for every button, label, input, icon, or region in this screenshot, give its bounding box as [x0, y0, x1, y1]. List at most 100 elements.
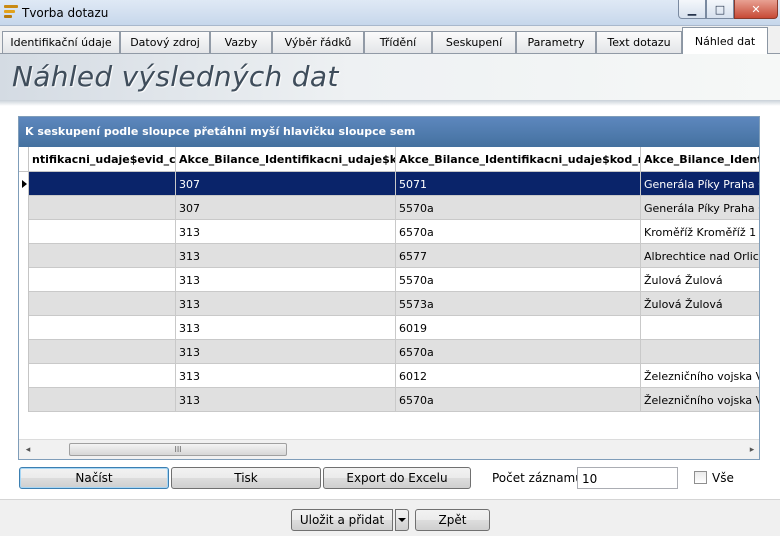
table-cell[interactable]: 6570a — [396, 340, 641, 364]
row-indicator — [19, 292, 29, 316]
table-cell[interactable]: 5071 — [396, 172, 641, 196]
table-cell[interactable]: 313 — [176, 220, 396, 244]
table-row[interactable]: 313 5570a Žulová Žulová — [19, 268, 759, 292]
table-cell[interactable] — [641, 340, 759, 364]
footer-divider — [0, 499, 780, 500]
close-icon[interactable]: ✕ — [734, 0, 778, 19]
group-by-panel[interactable]: K seskupení podle sloupce přetáhni myší … — [19, 117, 759, 147]
table-cell[interactable] — [29, 364, 176, 388]
row-indicator — [19, 268, 29, 292]
scroll-left-icon[interactable]: ◂ — [19, 440, 37, 459]
minimize-icon[interactable]: ▁ — [678, 0, 706, 19]
record-count-input[interactable]: 10 — [577, 467, 678, 489]
grid-rows: 307 5071 Generála Píky Praha 6 307 5570a… — [19, 172, 759, 412]
table-cell[interactable]: Žulová Žulová — [641, 292, 759, 316]
table-cell[interactable]: Generála Píky Praha 6 — [641, 196, 759, 220]
title-bar: Tvorba dotazu ▁ □ ✕ — [0, 0, 780, 26]
table-cell[interactable] — [29, 172, 176, 196]
table-cell[interactable]: 5570a — [396, 196, 641, 220]
table-cell[interactable] — [29, 244, 176, 268]
table-cell[interactable]: 313 — [176, 388, 396, 412]
back-button[interactable]: Zpět — [415, 509, 490, 531]
column-header[interactable]: Akce_Bilance_Identi — [641, 147, 759, 172]
table-cell[interactable]: 313 — [176, 268, 396, 292]
scroll-thumb[interactable]: III — [69, 443, 287, 456]
heading-shadow — [0, 100, 780, 106]
table-cell[interactable]: 313 — [176, 364, 396, 388]
table-cell[interactable]: 6570a — [396, 220, 641, 244]
column-header[interactable]: Akce_Bilance_Identifikacni_udaje$ka — [176, 147, 396, 172]
row-indicator — [19, 196, 29, 220]
table-row[interactable]: 313 6577 Albrechtice nad Orlicí Alb — [19, 244, 759, 268]
table-cell[interactable] — [29, 316, 176, 340]
row-indicator-header — [19, 147, 29, 172]
tab-vyber-radku[interactable]: Výběr řádků — [272, 31, 364, 53]
tab-text-dotazu[interactable]: Text dotazu — [596, 31, 682, 53]
row-indicator — [19, 220, 29, 244]
table-cell[interactable]: 307 — [176, 172, 396, 196]
window-controls: ▁ □ ✕ — [678, 0, 778, 19]
table-row[interactable]: 313 5573a Žulová Žulová — [19, 292, 759, 316]
row-indicator — [19, 340, 29, 364]
table-cell[interactable] — [29, 268, 176, 292]
print-button[interactable]: Tisk — [171, 467, 321, 489]
table-cell[interactable]: 6019 — [396, 316, 641, 340]
tab-strip: Identifikační údaje Datový zdroj Vazby V… — [0, 26, 780, 54]
table-cell[interactable] — [29, 196, 176, 220]
table-cell[interactable]: Žulová Žulová — [641, 268, 759, 292]
table-row[interactable]: 313 6019 — [19, 316, 759, 340]
tab-identifikacni-udaje[interactable]: Identifikační údaje — [2, 31, 120, 53]
page-title: Náhled výsledných dat — [12, 60, 339, 93]
all-checkbox[interactable] — [694, 471, 707, 484]
table-cell[interactable] — [29, 220, 176, 244]
table-row[interactable]: 307 5570a Generála Píky Praha 6 — [19, 196, 759, 220]
table-cell[interactable]: Kroměříž Kroměříž 1 — [641, 220, 759, 244]
table-cell[interactable]: 313 — [176, 244, 396, 268]
save-options-dropdown[interactable] — [395, 509, 409, 531]
table-cell[interactable]: 307 — [176, 196, 396, 220]
table-cell[interactable]: 5573a — [396, 292, 641, 316]
table-cell[interactable] — [29, 292, 176, 316]
column-header-row: ntifikacni_udaje$evid_cis Akce_Bilance_I… — [19, 147, 759, 172]
table-row[interactable]: 313 6570a Železničního vojska Valas — [19, 388, 759, 412]
tab-trideni[interactable]: Třídění — [364, 31, 432, 53]
tab-vazby[interactable]: Vazby — [210, 31, 272, 53]
current-row-arrow-icon — [22, 180, 27, 188]
tab-datovy-zdroj[interactable]: Datový zdroj — [120, 31, 210, 53]
table-cell[interactable]: Železničního vojska Valas — [641, 364, 759, 388]
tab-parametry[interactable]: Parametry — [516, 31, 596, 53]
app-icon — [4, 5, 18, 19]
column-header[interactable]: Akce_Bilance_Identifikacni_udaje$kod_ra — [396, 147, 641, 172]
table-cell[interactable]: 313 — [176, 292, 396, 316]
table-cell[interactable]: 6012 — [396, 364, 641, 388]
column-header[interactable]: ntifikacni_udaje$evid_cis — [29, 147, 176, 172]
row-indicator — [19, 388, 29, 412]
table-cell[interactable] — [641, 316, 759, 340]
all-checkbox-label: Vše — [712, 471, 734, 485]
load-button[interactable]: Načíst — [19, 467, 169, 489]
save-and-add-button[interactable]: Uložit a přidat — [291, 509, 393, 531]
data-grid[interactable]: K seskupení podle sloupce přetáhni myší … — [18, 116, 760, 460]
table-cell[interactable]: 5570a — [396, 268, 641, 292]
table-cell[interactable]: 313 — [176, 316, 396, 340]
export-excel-button[interactable]: Export do Excelu — [323, 467, 471, 489]
table-cell[interactable]: 6577 — [396, 244, 641, 268]
tab-nahled-dat[interactable]: Náhled dat — [682, 27, 768, 54]
tab-seskupeni[interactable]: Seskupení — [432, 31, 516, 53]
table-row[interactable]: 307 5071 Generála Píky Praha 6 — [19, 172, 759, 196]
table-cell[interactable]: 6570a — [396, 388, 641, 412]
scroll-right-icon[interactable]: ▸ — [743, 440, 759, 459]
row-indicator — [19, 364, 29, 388]
table-cell[interactable]: 313 — [176, 340, 396, 364]
table-row[interactable]: 313 6012 Železničního vojska Valas — [19, 364, 759, 388]
table-row[interactable]: 313 6570a — [19, 340, 759, 364]
table-cell[interactable]: Železničního vojska Valas — [641, 388, 759, 412]
horizontal-scrollbar[interactable]: ◂ III ▸ — [19, 439, 759, 459]
table-cell[interactable]: Albrechtice nad Orlicí Alb — [641, 244, 759, 268]
table-cell[interactable] — [29, 340, 176, 364]
heading-band: Náhled výsledných dat — [0, 54, 780, 100]
table-cell[interactable] — [29, 388, 176, 412]
table-cell[interactable]: Generála Píky Praha 6 — [641, 172, 759, 196]
maximize-icon[interactable]: □ — [706, 0, 734, 19]
table-row[interactable]: 313 6570a Kroměříž Kroměříž 1 — [19, 220, 759, 244]
